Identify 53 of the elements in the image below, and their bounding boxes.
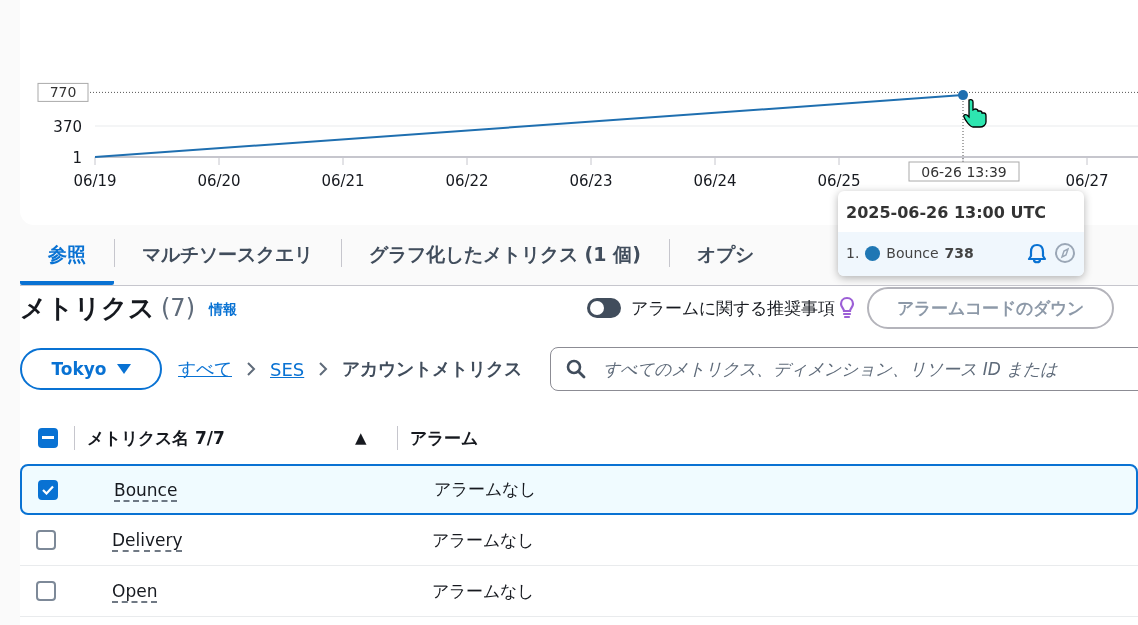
axis-label: 06/21: [321, 172, 365, 190]
tab[interactable]: マルチソースクエリ: [114, 229, 341, 285]
breadcrumb-current: アカウントメトリクス: [342, 357, 523, 381]
series-index: 1.: [846, 245, 860, 261]
search-field[interactable]: すべてのメトリクス、ディメンション、リソース ID または: [550, 347, 1138, 391]
axis-label: 1: [72, 149, 82, 167]
table-cell: アラームなし: [432, 579, 534, 603]
tooltip-title: 2025-06-26 13:00 UTC: [845, 202, 1048, 224]
chevron-icon: [318, 361, 329, 377]
search-icon: [566, 359, 587, 379]
axis-label: 370: [53, 118, 82, 136]
column-header[interactable]: メトリクス名 7/7: [87, 426, 355, 450]
tab[interactable]: グラフ化したメトリクス (1 個): [341, 229, 669, 285]
section-title: メトリクス: [20, 291, 155, 325]
row-checkbox[interactable]: [38, 479, 58, 500]
series-value: 738: [944, 245, 974, 261]
table-cell: アラームなし: [434, 478, 536, 501]
axis-label: 06/24: [693, 172, 737, 190]
select-all-checkbox[interactable]: [38, 428, 58, 448]
axis-label: 06/22: [445, 172, 489, 190]
row-checkbox[interactable]: [36, 530, 56, 550]
caret-icon: [116, 363, 131, 375]
axis-label: 06/27: [1065, 172, 1109, 190]
breadcrumb-link[interactable]: すべて: [178, 357, 232, 381]
row-checkbox[interactable]: [36, 581, 56, 601]
reference-label: 770: [37, 82, 89, 102]
bell-icon[interactable]: [1026, 242, 1048, 264]
region-dropdown[interactable]: Tokyo: [20, 348, 162, 390]
sort-indicator[interactable]: ▲: [355, 429, 367, 447]
ref-line-label: 770: [49, 84, 77, 101]
breadcrumb-link[interactable]: SES: [270, 358, 305, 380]
tab[interactable]: オプシ: [668, 229, 782, 285]
lightbulb-icon: [839, 296, 855, 320]
toggle-label: アラームに関する推奨事項: [631, 296, 835, 320]
table-cell: アラームなし: [432, 528, 534, 552]
toggle-switch[interactable]: [587, 298, 621, 318]
axis-label: 06/20: [197, 172, 241, 190]
axis-label: 06/23: [569, 172, 613, 190]
hand-cursor-icon: [961, 98, 987, 128]
info-link[interactable]: 情報: [209, 301, 237, 319]
checkmark-icon: [42, 484, 54, 495]
selected-row[interactable]: Bounce アラームなし: [20, 464, 1138, 515]
column-header[interactable]: アラーム: [409, 426, 478, 450]
metric-name-link[interactable]: Delivery: [112, 530, 183, 550]
series-name: Bounce: [886, 245, 939, 261]
data-point[interactable]: [958, 90, 968, 101]
chevron-icon: [246, 361, 256, 377]
axis-label: 06/19: [73, 172, 117, 190]
minus-icon: [42, 436, 54, 440]
metric-name-link[interactable]: Open: [112, 581, 158, 601]
metric-name-link[interactable]: Bounce: [114, 479, 178, 500]
metric-count: (7): [161, 294, 195, 322]
axis-label: 06/25: [817, 172, 861, 190]
